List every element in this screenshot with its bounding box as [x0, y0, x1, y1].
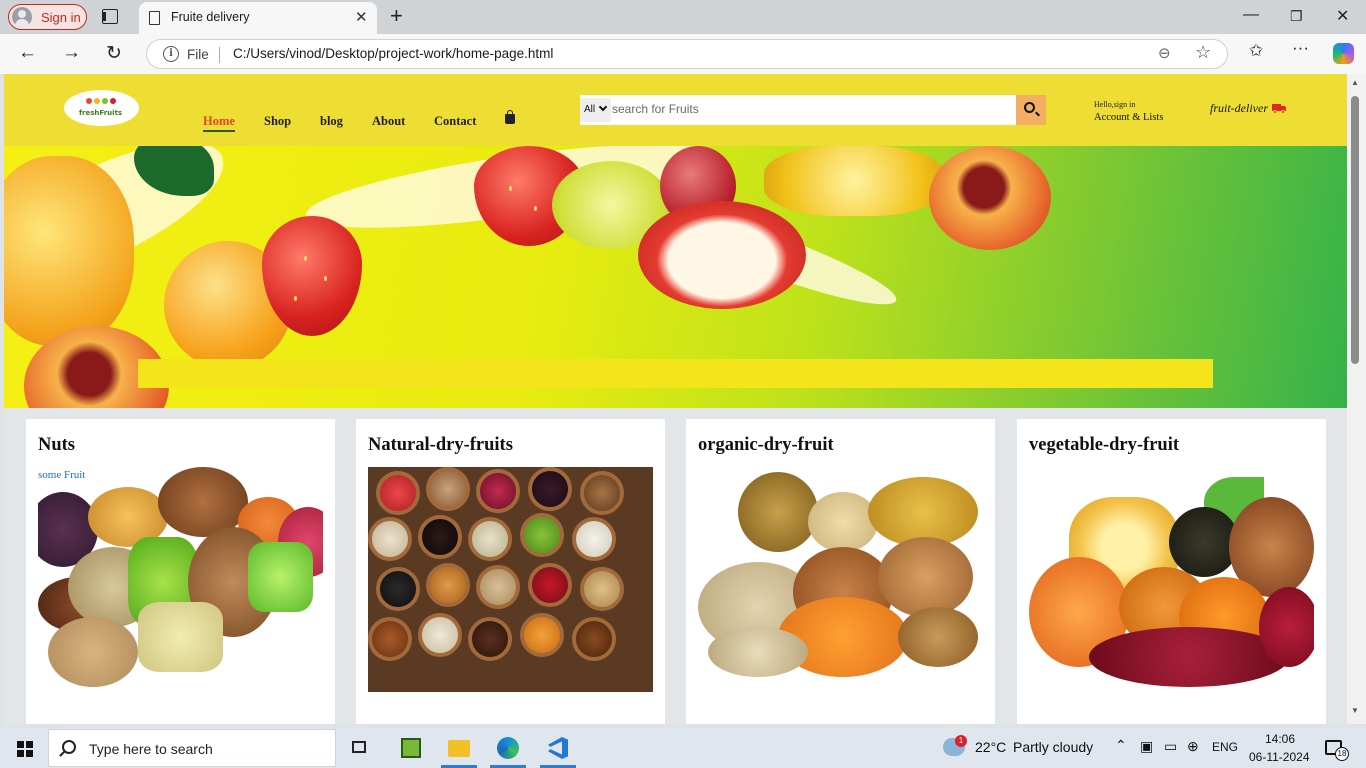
sign-in-button[interactable]: Sign in [8, 4, 87, 30]
clock-time[interactable]: 14:06 [1265, 732, 1295, 746]
network-icon[interactable]: ⊕ [1187, 738, 1199, 755]
apple-graphic [638, 201, 806, 309]
notification-icon[interactable]: 18 [1325, 740, 1349, 761]
scroll-up-icon[interactable]: ▲ [1351, 78, 1359, 87]
taskbar-search-input[interactable]: Type here to search [89, 741, 213, 757]
address-bar-row: ← → ↻ i File C:/Users/vinod/Desktop/proj… [0, 34, 1366, 74]
category-card-organic-dry-fruit[interactable]: organic-dry-fruit [686, 419, 995, 724]
delivery-label[interactable]: fruit-deliver [1210, 101, 1268, 116]
nav-home[interactable]: Home [203, 114, 235, 132]
weather-temp[interactable]: 22°C [975, 739, 1006, 755]
taskbar: Type here to search 1 22°C Partly cloudy… [0, 728, 1366, 768]
chevron-up-icon[interactable]: ⌃ [1115, 737, 1127, 754]
info-icon[interactable]: i [163, 46, 179, 62]
account-lists-link[interactable]: Account & Lists [1094, 112, 1163, 123]
logo-text: freshFruits [79, 109, 123, 117]
card-title: Natural-dry-fruits [368, 435, 513, 455]
edge-browser-icon[interactable] [484, 728, 532, 768]
search-input[interactable]: search for Fruits [612, 102, 699, 116]
card-title: Nuts [38, 435, 76, 455]
new-tab-icon[interactable]: + [390, 3, 403, 29]
language-indicator[interactable]: ENG [1212, 740, 1238, 754]
browser-tab-bar: Sign in Fruite delivery ✕ + — ❐ ✕ [0, 0, 1366, 34]
notification-count: 18 [1335, 747, 1349, 761]
search-icon [1024, 102, 1035, 113]
sticky-chart-app-icon[interactable] [386, 728, 434, 768]
tab-actions-icon[interactable] [102, 9, 118, 24]
truck-icon [1272, 104, 1287, 114]
category-card-nuts[interactable]: Nuts some Fruit [26, 419, 335, 724]
card-title: vegetable-dry-fruit [1029, 435, 1180, 455]
address-separator [219, 47, 220, 63]
page-viewport: freshFruits Home Shop blog About Contact… [4, 74, 1347, 724]
sign-in-label: Sign in [41, 9, 81, 25]
card-title: organic-dry-fruit [698, 435, 834, 455]
address-bar[interactable]: i File C:/Users/vinod/Desktop/project-wo… [146, 39, 1228, 69]
weather-icon[interactable]: 1 [943, 735, 967, 756]
hero-caption-strip [138, 359, 1213, 388]
search-category-value: All [584, 104, 596, 115]
weather-text[interactable]: Partly cloudy [1013, 739, 1093, 755]
logo-fruits-graphic [86, 98, 118, 108]
category-card-natural-dry-fruits[interactable]: Natural-dry-fruits [356, 419, 665, 724]
scroll-down-icon[interactable]: ▼ [1351, 706, 1359, 715]
category-card-vegetable-dry-fruit[interactable]: vegetable-dry-fruit [1017, 419, 1326, 724]
account-greeting[interactable]: Hello,sign in [1094, 100, 1135, 109]
site-header: freshFruits Home Shop blog About Contact… [4, 74, 1347, 146]
starfruit-graphic [764, 146, 944, 216]
page-icon [149, 11, 160, 25]
nav-blog[interactable]: blog [320, 114, 343, 129]
minimize-icon[interactable]: — [1243, 6, 1259, 24]
peach-graphic [929, 146, 1051, 250]
image-caption: some Fruit [38, 469, 86, 481]
product-search: All search for Fruits [580, 95, 1046, 125]
shopping-bag-icon[interactable] [505, 110, 515, 124]
scroll-thumb[interactable] [1351, 96, 1359, 364]
windows-start-icon[interactable] [17, 741, 33, 757]
search-category-select[interactable]: All [580, 98, 611, 122]
profile-avatar-icon [12, 7, 32, 27]
nav-contact[interactable]: Contact [434, 114, 476, 129]
clock-date[interactable]: 06-11-2024 [1249, 750, 1310, 764]
vscode-icon[interactable] [534, 728, 582, 768]
page-scrollbar[interactable]: ▲ ▼ [1347, 74, 1366, 724]
pineapple-graphic [4, 156, 134, 346]
copilot-icon[interactable] [1333, 43, 1354, 64]
file-explorer-icon[interactable] [435, 728, 483, 768]
file-label: File [187, 47, 209, 62]
chevron-down-icon [598, 102, 608, 112]
nav-about[interactable]: About [372, 114, 405, 129]
weather-badge: 1 [955, 735, 967, 747]
forward-icon[interactable]: → [62, 42, 81, 64]
taskbar-search[interactable]: Type here to search [48, 729, 336, 767]
refresh-icon[interactable]: ↻ [106, 42, 122, 65]
more-menu-icon[interactable]: ··· [1292, 38, 1309, 58]
favorites-icon[interactable]: ✩ [1249, 41, 1263, 61]
meet-now-icon[interactable]: ▣ [1140, 738, 1153, 755]
site-logo[interactable]: freshFruits [64, 90, 139, 126]
close-tab-icon[interactable]: ✕ [355, 8, 368, 26]
close-window-icon[interactable]: ✕ [1336, 6, 1349, 26]
natural-dry-fruits-image[interactable] [368, 467, 653, 692]
search-button[interactable] [1016, 95, 1046, 125]
search-icon [62, 740, 76, 754]
nuts-image[interactable]: some Fruit [38, 467, 323, 692]
hero-banner [4, 146, 1347, 408]
battery-icon[interactable]: ▭ [1164, 738, 1177, 755]
browser-tab[interactable]: Fruite delivery ✕ [139, 2, 377, 34]
zoom-icon[interactable]: ⊖ [1158, 44, 1171, 62]
url-text[interactable]: C:/Users/vinod/Desktop/project-work/home… [233, 46, 553, 61]
nav-shop[interactable]: Shop [264, 114, 291, 129]
task-view-icon[interactable] [336, 728, 384, 768]
restore-icon[interactable]: ❐ [1290, 8, 1303, 25]
vegetable-dry-fruit-image[interactable] [1029, 467, 1314, 692]
tab-title: Fruite delivery [171, 10, 250, 24]
favorite-star-icon[interactable]: ☆ [1195, 42, 1211, 63]
back-icon[interactable]: ← [18, 42, 37, 64]
organic-dry-fruit-image[interactable] [698, 467, 983, 692]
